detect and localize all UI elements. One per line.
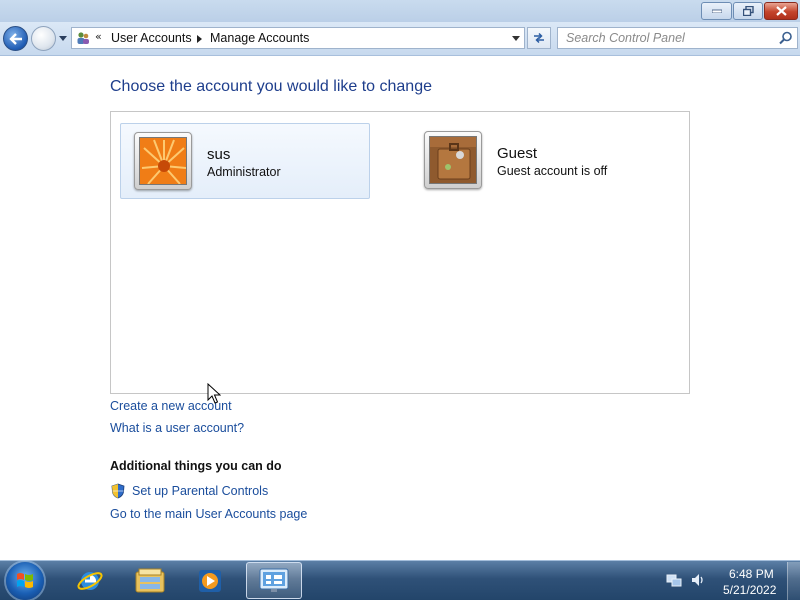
restore-icon xyxy=(742,6,754,16)
account-name: Guest xyxy=(497,145,538,162)
windows-explorer-icon xyxy=(135,568,165,592)
back-button[interactable] xyxy=(3,26,28,51)
account-picture xyxy=(424,131,482,189)
close-icon xyxy=(775,6,787,16)
taskbar-control-panel[interactable] xyxy=(246,562,302,599)
internet-explorer-icon xyxy=(77,571,103,590)
clock-date[interactable]: 5/21/2022 xyxy=(723,583,776,597)
account-picture xyxy=(134,132,192,190)
volume-icon[interactable] xyxy=(690,572,706,588)
taskbar-windows-explorer[interactable] xyxy=(122,562,178,599)
show-desktop-button[interactable] xyxy=(787,562,800,600)
restore-button[interactable] xyxy=(733,2,763,20)
breadcrumb-user-accounts[interactable]: User Accounts xyxy=(111,31,192,45)
breadcrumb-separator-arrow-icon[interactable] xyxy=(197,35,202,43)
page-title: Choose the account you would like to cha… xyxy=(110,78,432,95)
forward-button[interactable] xyxy=(31,26,56,51)
breadcrumb-overflow[interactable]: « xyxy=(95,30,102,43)
orange-flower-icon xyxy=(139,137,187,185)
account-type: Administrator xyxy=(207,165,281,179)
clock-time[interactable]: 6:48 PM xyxy=(729,567,774,581)
close-button[interactable] xyxy=(764,2,798,20)
refresh-icon xyxy=(534,32,544,44)
control-panel-icon xyxy=(259,568,289,592)
account-name: sus xyxy=(207,146,231,163)
account-tile-guest[interactable]: Guest Guest account is off xyxy=(411,123,661,199)
what-is-account-link[interactable]: What is a user account? xyxy=(110,421,244,435)
refresh-button[interactable] xyxy=(527,27,551,49)
minimize-button[interactable] xyxy=(701,2,732,20)
account-type: Guest account is off xyxy=(497,164,608,178)
recent-pages-button[interactable] xyxy=(58,33,68,43)
address-dropdown-icon[interactable] xyxy=(512,36,520,41)
search-input[interactable]: Search Control Panel xyxy=(566,31,685,45)
shield-icon xyxy=(111,483,125,499)
network-icon[interactable] xyxy=(666,572,682,588)
taskbar-media-player[interactable] xyxy=(182,562,238,599)
search-box[interactable]: Search Control Panel xyxy=(557,27,798,49)
parental-controls-link[interactable]: Set up Parental Controls xyxy=(132,484,268,498)
start-button[interactable] xyxy=(6,562,44,600)
windows-logo-icon xyxy=(17,573,33,588)
mouse-cursor-icon xyxy=(207,383,221,404)
media-player-icon xyxy=(199,569,221,592)
chevron-down-icon xyxy=(59,35,67,41)
breadcrumb-manage-accounts[interactable]: Manage Accounts xyxy=(210,31,309,45)
minimize-icon xyxy=(711,9,722,13)
user-accounts-icon xyxy=(77,32,89,44)
taskbar-internet-explorer[interactable] xyxy=(62,562,118,599)
address-bar[interactable]: « User Accounts Manage Accounts xyxy=(71,27,525,49)
back-arrow-icon xyxy=(8,32,22,45)
account-tile-sus[interactable]: sus Administrator xyxy=(120,123,370,199)
accounts-list: sus Administrator Guest Guest account is… xyxy=(110,111,690,394)
search-icon[interactable] xyxy=(779,31,793,45)
briefcase-icon xyxy=(429,136,477,184)
main-user-accounts-link[interactable]: Go to the main User Accounts page xyxy=(110,507,307,521)
additional-heading: Additional things you can do xyxy=(110,459,282,473)
